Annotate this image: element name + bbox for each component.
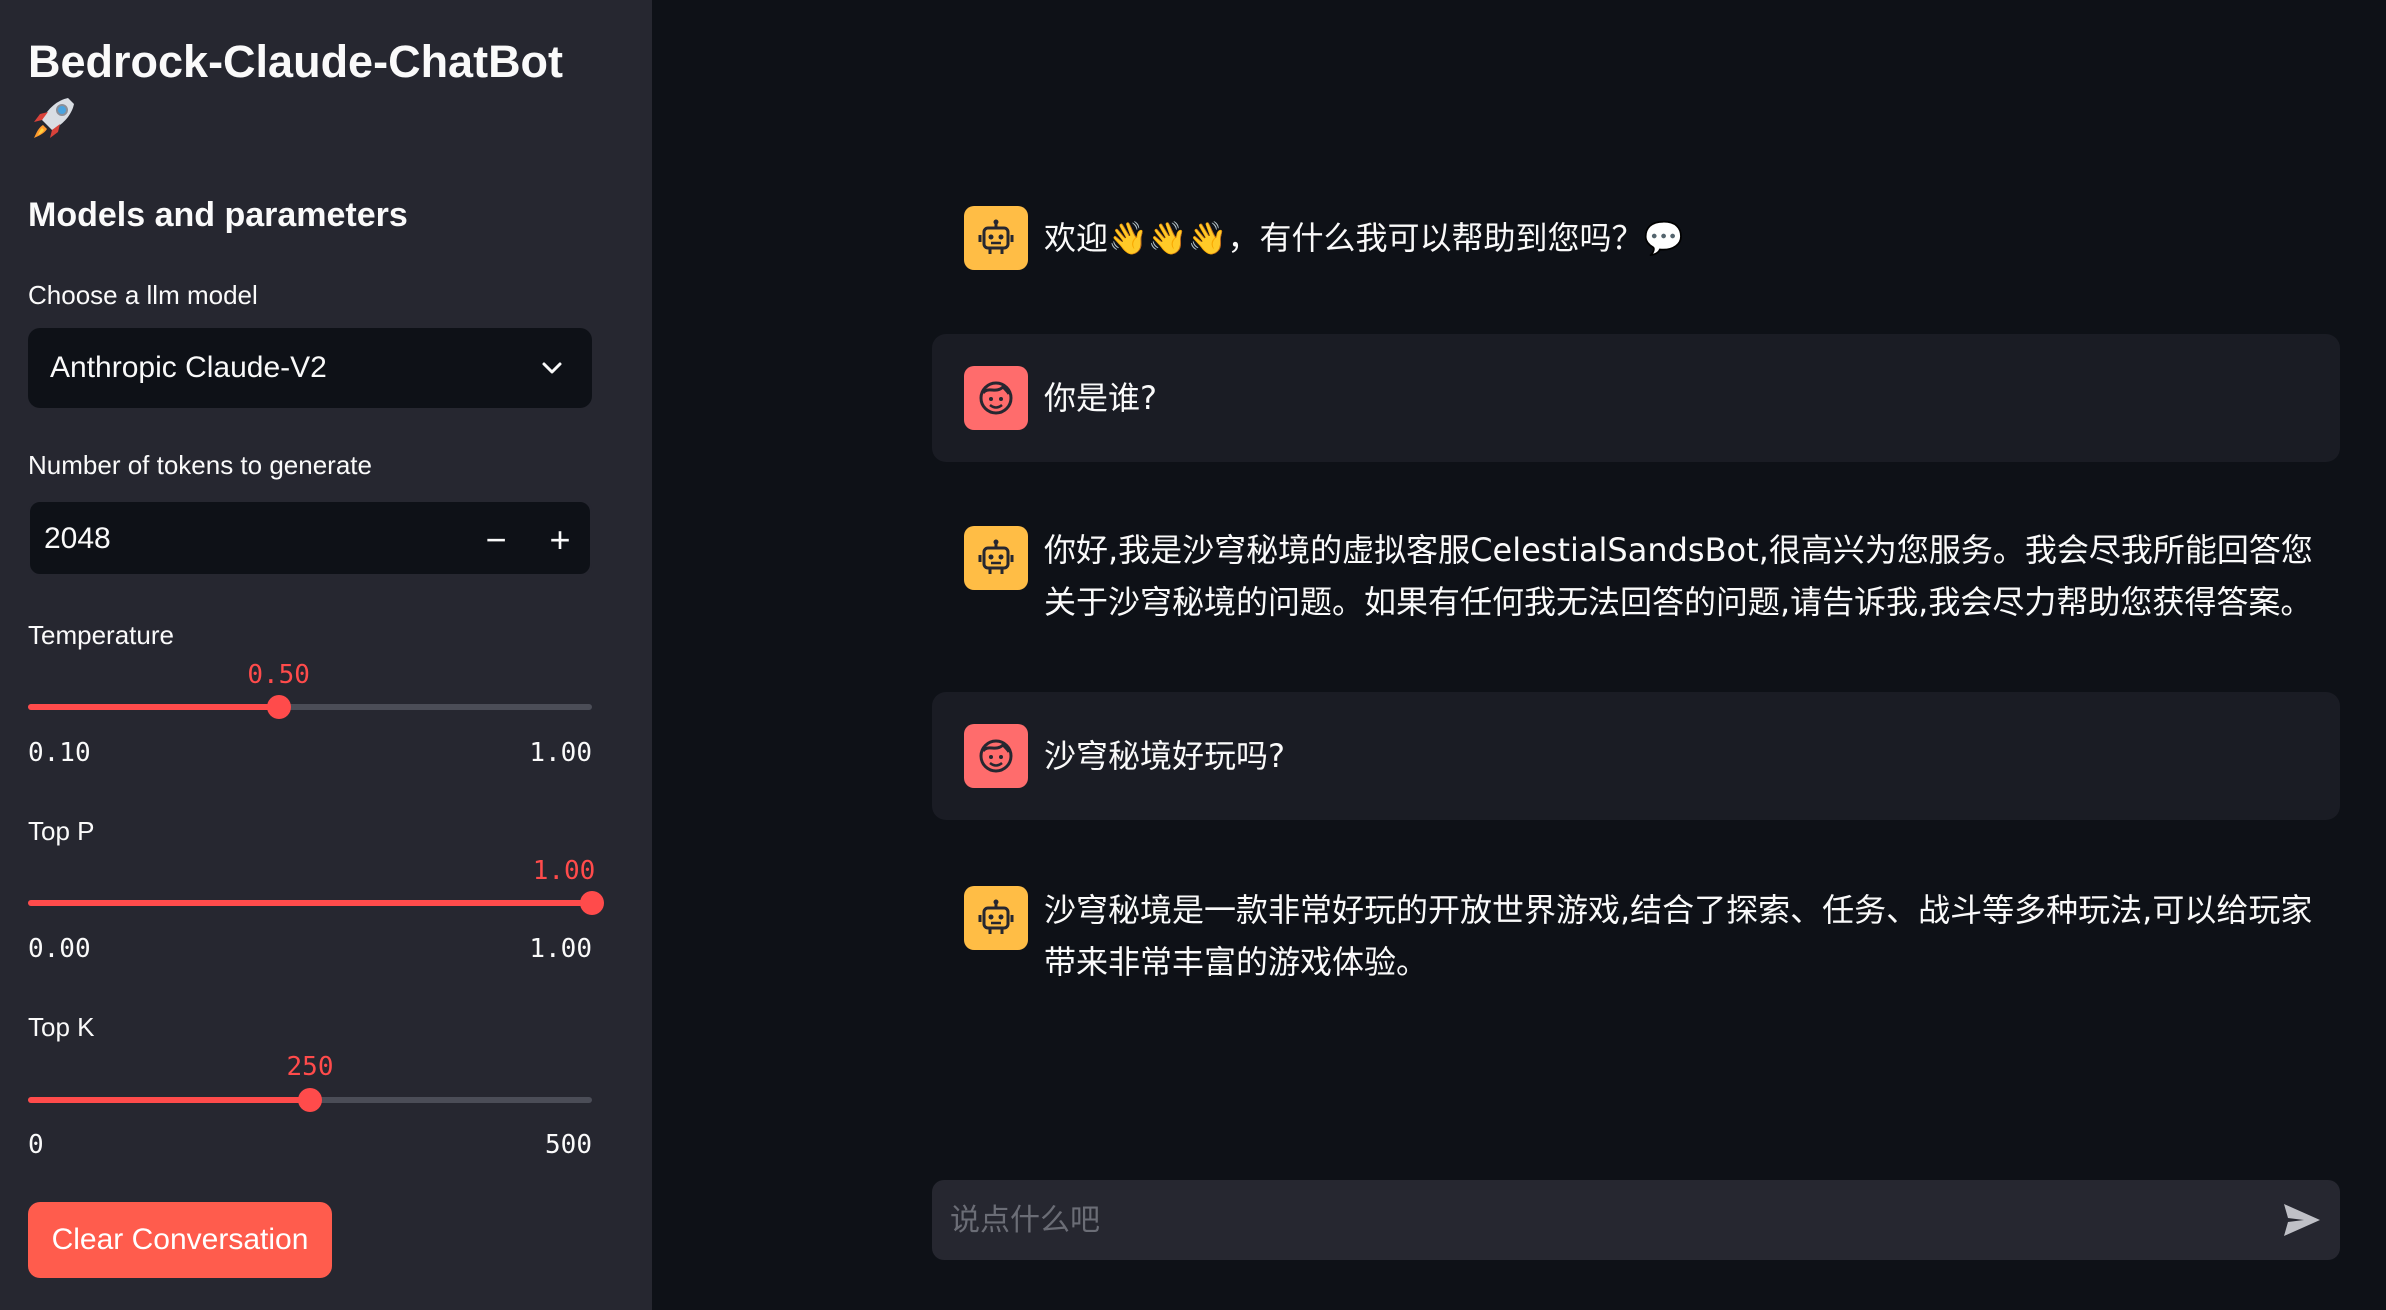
robot-icon [978,539,1014,574]
tokens-number-input: − + [28,500,592,576]
model-select-value: Anthropic Claude-V2 [50,351,327,384]
top-k-slider-fill [28,1097,310,1103]
top-p-slider-thumb[interactable] [580,891,604,915]
top-k-slider[interactable] [28,1088,592,1112]
tokens-label: Number of tokens to generate [28,450,372,480]
top-p-value: 1.00 [532,856,596,886]
top-p-slider[interactable] [28,891,604,915]
clear-conversation-button[interactable]: Clear Conversation [28,1202,332,1278]
temperature-slider-fill [28,704,279,710]
top-p-label: Top P [28,816,95,846]
chat-message-assistant: 沙穹秘境是一款非常好玩的开放世界游戏,结合了探索、任务、战斗等多种玩法,可以给玩… [932,872,2340,1012]
top-k-label: Top K [28,1012,95,1042]
section-title: Models and parameters [28,196,408,234]
user-avatar [964,366,1028,430]
bot-avatar [964,206,1028,270]
chat-message-user: 沙穹秘境好玩吗? [932,692,2340,820]
decrement-button[interactable]: − [466,510,526,570]
bot-avatar [964,886,1028,950]
face-icon [979,739,1013,773]
model-label: Choose a llm model [28,280,258,310]
temperature-slider[interactable] [28,695,592,719]
message-text: 你好,我是沙穹秘境的虚拟客服CelestialSandsBot,很高兴为您服务。… [1044,531,2313,621]
top-k-min: 0 [28,1130,44,1160]
temperature-value: 0.50 [247,660,310,690]
tokens-input[interactable] [44,514,464,564]
chat-input[interactable] [950,1192,2250,1248]
chat-message-assistant: 你好,我是沙穹秘境的虚拟客服CelestialSandsBot,很高兴为您服务。… [932,512,2340,652]
rocket-icon [34,98,74,138]
top-k-value: 250 [286,1052,334,1082]
top-k-slider-thumb[interactable] [298,1088,322,1112]
top-p-slider-fill [28,900,592,906]
chat-message-user: 你是谁? [932,334,2340,462]
chat-message-assistant: 欢迎👋👋👋，有什么我可以帮助到您吗？💬 [932,190,2340,286]
sidebar: Bedrock-Claude-ChatBot Models and parame… [0,0,652,1310]
send-icon[interactable] [2280,1198,2324,1242]
message-text: 你是谁? [1044,379,1157,417]
message-text: 沙穹秘境是一款非常好玩的开放世界游戏,结合了探索、任务、战斗等多种玩法,可以给玩… [1044,891,2313,981]
chevron-down-icon [542,362,562,374]
temperature-label: Temperature [28,620,174,650]
increment-button[interactable]: + [530,510,590,570]
app-title: Bedrock-Claude-ChatBot [28,36,564,87]
face-icon [979,381,1013,415]
chat-area: 欢迎👋👋👋，有什么我可以帮助到您吗？💬 你是谁? 你好,我是沙穹秘境的虚拟客服C… [652,0,2386,1310]
top-p-max: 1.00 [529,934,592,964]
message-text: 欢迎👋👋👋，有什么我可以帮助到您吗？💬 [1044,219,1684,257]
robot-icon [978,219,1014,254]
top-p-min: 0.00 [28,934,91,964]
user-avatar [964,724,1028,788]
model-select[interactable]: Anthropic Claude-V2 [28,328,592,408]
top-k-max: 500 [545,1130,592,1160]
bot-avatar [964,526,1028,590]
temperature-max: 1.00 [529,738,592,768]
robot-icon [978,899,1014,934]
message-text: 沙穹秘境好玩吗? [1044,737,1285,775]
chat-input-container [932,1180,2340,1260]
temperature-slider-thumb[interactable] [266,695,291,719]
temperature-min: 0.10 [28,738,91,768]
